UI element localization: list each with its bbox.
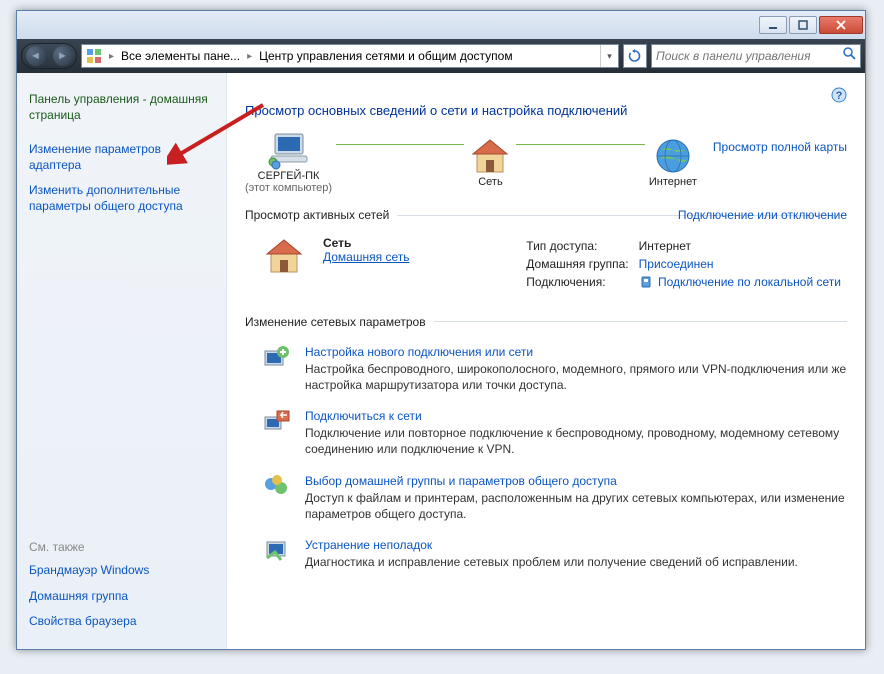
house-icon [468,136,512,176]
map-connector [516,144,644,145]
close-button[interactable] [819,16,863,34]
search-input[interactable] [656,49,843,63]
forward-button[interactable]: ► [53,46,73,66]
breadcrumb-segment-network[interactable]: Центр управления сетями и общим доступом [255,45,517,67]
task-connect-link[interactable]: Подключиться к сети [305,409,422,423]
map-node-internet-label: Интернет [649,176,697,188]
control-panel-icon [84,46,104,66]
full-map-link[interactable]: Просмотр полной карты [713,140,847,154]
sidebar-browser-props[interactable]: Свойства браузера [29,614,214,630]
new-connection-icon [263,345,291,371]
annotation-arrow-icon [167,101,267,171]
connection-link[interactable]: Подключение по локальной сети [658,275,841,289]
minimize-button[interactable] [759,16,787,34]
chevron-right-icon: ▸ [244,51,255,62]
page-title: Просмотр основных сведений о сети и наст… [245,103,847,118]
task-desc: Настройка беспроводного, широкополосного… [305,361,847,393]
access-type-label: Тип доступа: [522,238,632,254]
map-node-pc-label: СЕРГЕЙ-ПК [258,170,320,182]
see-also-label: См. также [29,540,214,554]
task-desc: Подключение или повторное подключение к … [305,425,847,457]
lan-icon [639,276,653,290]
map-node-network: Сеть [468,136,512,188]
window-frame: ◄ ► ▸ Все элементы пане... ▸ Центр управ… [16,10,866,650]
computer-icon [267,130,311,170]
refresh-button[interactable] [623,44,647,68]
main-content: ? Просмотр основных сведений о сети и на… [227,73,865,649]
network-properties: Тип доступа: Интернет Домашняя группа: П… [520,236,847,293]
troubleshoot-icon [263,538,291,564]
nav-arrows: ◄ ► [21,43,77,69]
chevron-right-icon: ▸ [106,51,117,62]
connections-label: Подключения: [522,274,632,291]
network-name: Сеть [323,236,409,250]
breadcrumb-segment-all[interactable]: Все элементы пане... [117,45,244,67]
map-connector [336,144,464,145]
task-new-connection: Настройка нового подключения или сети На… [245,337,847,401]
sidebar-homegroup[interactable]: Домашняя группа [29,589,214,605]
task-desc: Доступ к файлам и принтерам, расположенн… [305,490,847,522]
globe-icon [651,136,695,176]
access-type-value: Интернет [635,238,845,254]
network-map: СЕРГЕЙ-ПК (этот компьютер) Сеть [245,130,847,194]
connect-icon [263,409,291,435]
task-homegroup: Выбор домашней группы и параметров общег… [245,466,847,530]
homegroup-icon [263,474,291,500]
breadcrumb-dropdown[interactable]: ▾ [600,45,618,67]
task-homegroup-link[interactable]: Выбор домашней группы и параметров общег… [305,474,617,488]
search-box[interactable] [651,44,861,68]
back-button[interactable]: ◄ [26,46,46,66]
task-connect: Подключиться к сети Подключение или повт… [245,401,847,465]
map-node-network-label: Сеть [478,176,502,188]
sidebar-firewall[interactable]: Брандмауэр Windows [29,563,214,579]
network-type-link[interactable]: Домашняя сеть [323,250,409,264]
active-networks-legend: Просмотр активных сетей [245,208,397,222]
help-icon[interactable]: ? [831,87,847,103]
search-icon [843,47,856,65]
svg-text:?: ? [836,90,843,102]
task-new-connection-link[interactable]: Настройка нового подключения или сети [305,345,533,359]
sidebar-sharing-settings[interactable]: Изменить дополнительные параметры общего… [29,183,214,214]
connect-disconnect-link[interactable]: Подключение или отключение [678,208,847,222]
address-bar: ◄ ► ▸ Все элементы пане... ▸ Центр управ… [17,39,865,73]
map-node-internet: Интернет [649,136,697,188]
change-settings-section: Изменение сетевых параметров Настройка н… [245,315,847,578]
maximize-button[interactable] [789,16,817,34]
breadcrumb[interactable]: ▸ Все элементы пане... ▸ Центр управлени… [81,44,619,68]
homegroup-link[interactable]: Присоединен [639,257,714,271]
change-settings-legend: Изменение сетевых параметров [245,315,434,329]
house-icon [263,236,305,276]
titlebar [17,11,865,39]
task-desc: Диагностика и исправление сетевых пробле… [305,554,847,570]
active-networks-section: Просмотр активных сетей Подключение или … [245,208,847,299]
map-node-pc-sublabel: (этот компьютер) [245,182,332,194]
task-troubleshoot-link[interactable]: Устранение неполадок [305,538,432,552]
homegroup-label: Домашняя группа: [522,256,632,272]
task-troubleshoot: Устранение неполадок Диагностика и испра… [245,530,847,578]
